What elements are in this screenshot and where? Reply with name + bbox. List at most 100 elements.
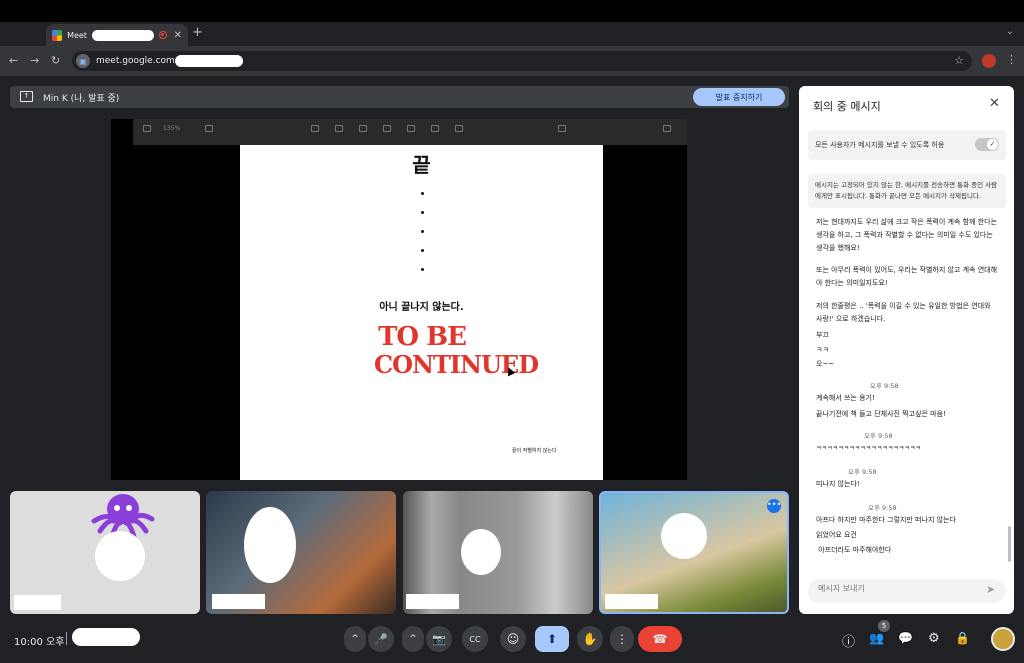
comment-icon bbox=[455, 125, 463, 132]
chat-message: 오~~ bbox=[816, 360, 835, 368]
insert-icon bbox=[311, 125, 319, 132]
meet-favicon-icon bbox=[52, 29, 63, 41]
slide-canvas: 끝 아니 끝나지 않는다. TO BE CONTINUED 끝이 작별하지 않는… bbox=[240, 145, 603, 480]
chat-message: 또는 아무리 폭력이 있어도, 우리는 작별하지 않고 계속 연대해야 한다는 … bbox=[816, 266, 998, 287]
browser-tab-meet[interactable]: Meet ✕ bbox=[46, 24, 188, 46]
slide-footer: 끝이 작별하지 않는다 bbox=[512, 448, 557, 454]
chat-panel: 회의 중 메시지 ✕ 모든 사용자가 메시지를 보낼 수 있도록 허용 메시지는… bbox=[799, 86, 1014, 614]
zoom-level: 135% bbox=[163, 125, 181, 132]
tile-options-icon[interactable]: ••• bbox=[767, 499, 781, 513]
present-screen-button[interactable]: ⬆ bbox=[535, 626, 569, 652]
redacted-name-label bbox=[605, 594, 658, 609]
chat-message-input[interactable] bbox=[818, 584, 978, 593]
tab-close-icon[interactable]: ✕ bbox=[174, 30, 182, 41]
present-screen-icon: ↑ bbox=[20, 91, 33, 102]
chat-compose: ➤ bbox=[808, 579, 1006, 603]
presenter-label: Min K (나, 발표 중) bbox=[43, 94, 120, 104]
chat-message: 아프다 하지만 마주한다 그렇지만 떠나지 않는다 bbox=[816, 516, 956, 524]
chat-message-list[interactable]: 저는 현대까지도 우리 삶에 크고 작은 폭력이 계속 함께 한다는 생각을 하… bbox=[808, 216, 1002, 574]
chat-timestamp: 오후 9:58 bbox=[868, 504, 897, 512]
audio-options-chevron-icon[interactable]: ^ bbox=[344, 626, 366, 652]
send-icon[interactable]: ➤ bbox=[986, 583, 995, 596]
back-arrow-icon[interactable]: ← bbox=[9, 54, 18, 67]
participant-tile[interactable] bbox=[403, 491, 593, 614]
people-icon[interactable]: 👥 bbox=[869, 631, 884, 645]
shared-screen: 135% 끝 아니 끝나지 않는다. TO BE CONTINUED 끝이 작별… bbox=[111, 119, 687, 480]
chat-message: 저는 현대까지도 우리 삶에 크고 작은 폭력이 계속 함께 한다는 생각을 하… bbox=[816, 218, 1000, 252]
shape-icon bbox=[407, 125, 415, 132]
slide-subtitle: 아니 끝나지 않는다. bbox=[379, 302, 464, 313]
redacted-name-label bbox=[212, 594, 265, 609]
camera-button[interactable]: 📷 bbox=[426, 626, 452, 652]
stop-presenting-button[interactable]: 발표 중지하기 bbox=[693, 88, 785, 106]
chat-message: 읽었어요 요건 bbox=[816, 531, 857, 539]
browser-toolbar: ← → ↻ ▣ meet.google.com ☆ ⋮ bbox=[0, 46, 1024, 76]
new-tab-button[interactable]: + bbox=[192, 25, 203, 40]
avatar[interactable] bbox=[991, 627, 1015, 651]
slide-dot bbox=[421, 211, 424, 214]
end-call-button[interactable]: ☎ bbox=[638, 626, 682, 652]
site-info-icon[interactable]: ▣ bbox=[76, 54, 90, 68]
chat-message: 계속해서 쓰는 용기! bbox=[816, 394, 875, 402]
tab-title: Meet bbox=[67, 30, 87, 40]
add-slide-icon bbox=[205, 125, 213, 132]
meeting-controls-bar: 10:00 오후 ^ 🎤 ^ 📷 CC ☺ ⬆ ✋ ⋮ ☎ ⓘ 👥 5 💬 ⚙ … bbox=[0, 620, 1024, 663]
chat-message: 아프더라도 마주해야한다 bbox=[816, 546, 892, 554]
os-menu-bar bbox=[0, 0, 1024, 22]
redacted-tab-title bbox=[91, 29, 155, 41]
chat-scrollbar[interactable] bbox=[1008, 526, 1011, 562]
url-text: meet.google.com bbox=[96, 56, 175, 66]
reload-icon[interactable]: ↻ bbox=[51, 54, 60, 67]
chart-icon bbox=[359, 125, 367, 132]
emoji-reaction-button[interactable]: ☺ bbox=[500, 626, 526, 652]
chat-info-notice: 메시지는 고정되어 있지 않는 한, 메시지를 전송하면 통화 중인 사람에게만… bbox=[808, 174, 1006, 208]
activities-icon[interactable]: ⚙ bbox=[928, 631, 940, 646]
tab-search-chevron-icon[interactable]: ⌄ bbox=[1006, 26, 1014, 37]
presenting-bar: ↑ Min K (나, 발표 중) 발표 중지하기 bbox=[10, 86, 789, 108]
redacted-face bbox=[244, 507, 296, 583]
participant-tile-active[interactable]: ••• bbox=[599, 491, 789, 614]
meeting-clock: 10:00 오후 bbox=[14, 637, 65, 648]
close-icon[interactable]: ✕ bbox=[989, 96, 1000, 111]
redacted-name-label bbox=[14, 595, 61, 610]
participant-tile[interactable] bbox=[10, 491, 200, 614]
microphone-button[interactable]: 🎤 bbox=[368, 626, 394, 652]
allow-messages-label: 모든 사용자가 메시지를 보낼 수 있도록 허용 bbox=[815, 141, 945, 149]
redacted-face bbox=[661, 513, 707, 559]
chat-timestamp: 오후 9:58 bbox=[848, 468, 877, 476]
host-controls-lock-icon[interactable]: 🔒 bbox=[955, 631, 970, 645]
slide-dot bbox=[421, 230, 424, 233]
slide-heading: 끝 bbox=[412, 153, 431, 177]
chat-message: 부끄 bbox=[816, 331, 829, 339]
extension-avatar-icon[interactable] bbox=[982, 54, 996, 68]
address-bar[interactable]: ▣ meet.google.com ☆ bbox=[72, 51, 972, 71]
media-icon bbox=[431, 125, 439, 132]
presentation-app-toolbar: 135% bbox=[133, 119, 687, 145]
chat-message: ㅋㅋ bbox=[816, 346, 829, 354]
chat-message: ㅋㅋㅋㅋㅋㅋㅋㅋㅋㅋㅋㅋㅋㅋㅋㅋㅋㅋㅋ bbox=[816, 445, 921, 452]
participant-tile[interactable] bbox=[206, 491, 396, 614]
chat-timestamp: 오후 9:58 bbox=[864, 432, 893, 440]
slide-dot bbox=[421, 192, 424, 195]
recording-indicator-icon bbox=[159, 31, 167, 39]
slide-dot bbox=[421, 268, 424, 271]
redacted-face bbox=[95, 531, 145, 581]
art-line-1: TO BE bbox=[378, 322, 467, 352]
allow-messages-toggle[interactable] bbox=[975, 138, 999, 151]
meeting-info-icon[interactable]: ⓘ bbox=[842, 631, 855, 650]
captions-button[interactable]: CC bbox=[462, 626, 488, 652]
browser-tabstrip: Meet ✕ + ⌄ bbox=[0, 22, 1024, 46]
more-options-button[interactable]: ⋮ bbox=[610, 626, 634, 652]
redacted-name-label bbox=[406, 594, 459, 609]
chat-panel-title: 회의 중 메시지 bbox=[813, 100, 881, 113]
video-options-chevron-icon[interactable]: ^ bbox=[402, 626, 424, 652]
divider bbox=[66, 632, 67, 645]
allow-messages-setting: 모든 사용자가 메시지를 보낼 수 있도록 허용 bbox=[808, 130, 1006, 160]
raise-hand-button[interactable]: ✋ bbox=[577, 626, 603, 652]
chat-icon[interactable]: 💬 bbox=[898, 631, 913, 645]
forward-arrow-icon[interactable]: → bbox=[30, 54, 39, 67]
redacted-face bbox=[461, 529, 501, 575]
browser-menu-icon[interactable]: ⋮ bbox=[1006, 53, 1017, 66]
table-icon bbox=[335, 125, 343, 132]
bookmark-star-icon[interactable]: ☆ bbox=[954, 54, 964, 67]
